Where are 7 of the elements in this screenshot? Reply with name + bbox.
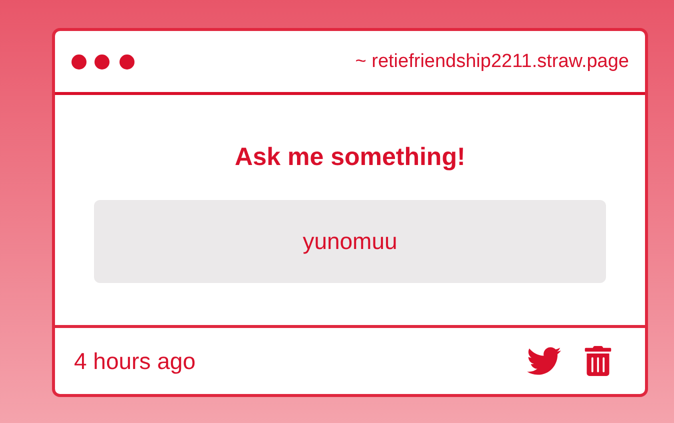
window-dots-icon: [71, 54, 137, 70]
timestamp: 4 hours ago: [74, 348, 196, 374]
trash-icon[interactable]: [583, 346, 613, 376]
answer-box: yunomuu: [94, 200, 606, 283]
window-title: ~ retiefriendship2211.straw.page: [355, 50, 629, 72]
question-title: Ask me something!: [234, 143, 466, 172]
twitter-bird-icon[interactable]: [527, 344, 561, 378]
